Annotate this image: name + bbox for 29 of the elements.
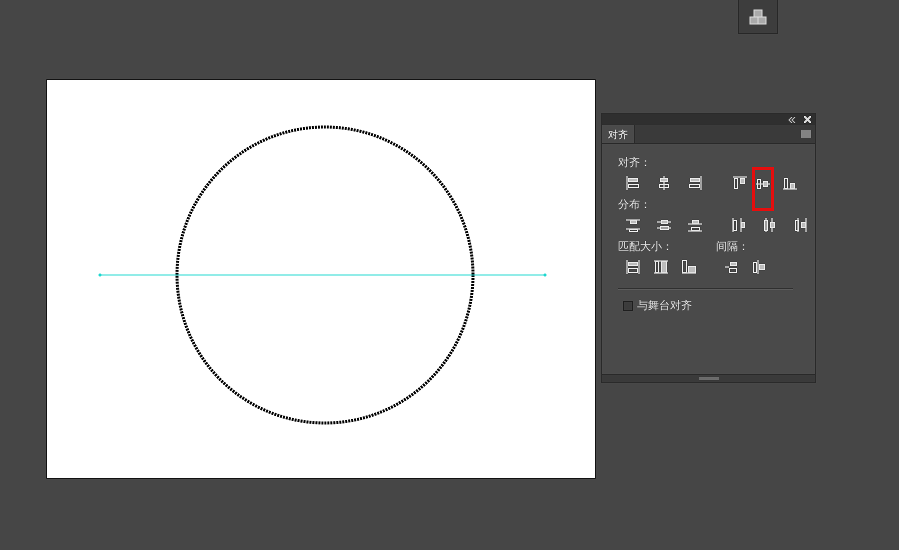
align-icon	[687, 174, 702, 190]
align-icon	[625, 174, 640, 190]
section-label: 匹配大小：	[618, 239, 674, 254]
checkbox[interactable]	[623, 300, 633, 310]
section-label: 分布：	[618, 197, 652, 212]
dist-icon	[761, 216, 776, 232]
section-label: 对齐：	[618, 155, 652, 170]
dist-icon	[792, 216, 807, 232]
circle-shape[interactable]	[176, 126, 474, 424]
menu-icon[interactable]	[801, 130, 811, 138]
match-icon	[653, 258, 668, 274]
align-icon	[656, 174, 671, 190]
align-icon	[755, 176, 771, 192]
align-icon	[732, 174, 747, 190]
match-icon	[625, 258, 640, 274]
match-both-button[interactable]	[679, 257, 698, 276]
collapse-icon[interactable]	[788, 116, 796, 122]
panel-tile[interactable]	[738, 0, 778, 34]
panel-tab[interactable]: 对齐	[602, 125, 635, 143]
space-icon	[751, 258, 766, 274]
section-label: 间隔：	[716, 239, 750, 254]
match-icon	[681, 258, 696, 274]
stacked-boxes-icon	[749, 8, 767, 24]
dist-icon	[625, 216, 640, 232]
resize-grip-icon[interactable]	[698, 377, 718, 380]
checkbox-label: 与舞台对齐	[637, 298, 692, 313]
dist-icon	[730, 216, 745, 232]
align-vcenter-button[interactable]	[752, 167, 774, 211]
close-icon[interactable]	[804, 116, 811, 123]
